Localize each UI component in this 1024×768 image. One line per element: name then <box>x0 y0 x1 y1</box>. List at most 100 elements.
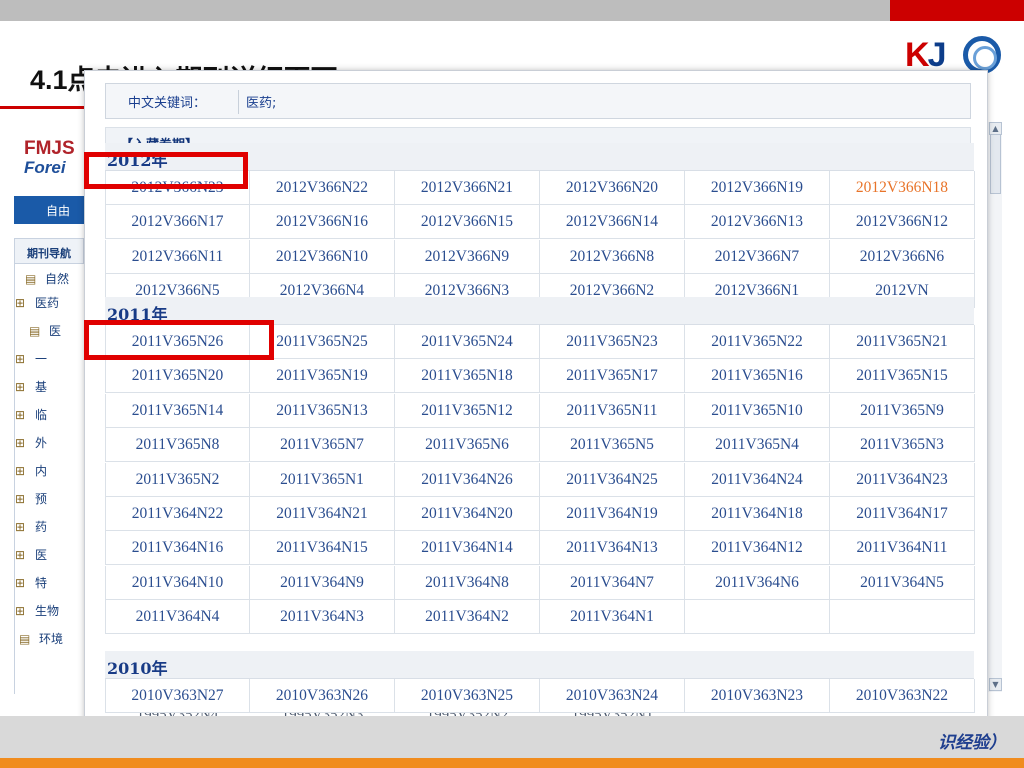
nav-tree-item[interactable]: ⊞ 医药 <box>15 294 83 316</box>
issue-link[interactable]: 2011V364N1 <box>540 600 685 635</box>
issue-link[interactable]: 2011V364N15 <box>250 531 395 566</box>
nav-tab-button[interactable]: 自由 <box>14 196 84 224</box>
issue-link[interactable]: 2011V365N11 <box>540 393 685 428</box>
issue-link[interactable]: 2011V364N17 <box>830 497 975 531</box>
issue-link[interactable]: 2011V364N6 <box>685 565 830 600</box>
issue-link[interactable]: 2011V364N25 <box>540 462 685 497</box>
issue-link[interactable]: 2010V363N24 <box>540 679 685 713</box>
issue-link[interactable]: 2012V366N12 <box>830 205 975 240</box>
nav-tree-item[interactable]: ⊞ 外 <box>15 434 83 456</box>
issue-link[interactable]: 2012V366N21 <box>395 171 540 205</box>
issue-row: 2012V366N11 2012V366N10 2012V366N9 2012V366… <box>105 239 975 274</box>
issue-link[interactable]: 2011V364N12 <box>685 531 830 566</box>
issue-link[interactable]: 2011V364N10 <box>105 565 250 600</box>
issue-link[interactable]: 2010V363N23 <box>685 679 830 713</box>
nav-tree-item[interactable]: ⊞ 临 <box>15 406 83 428</box>
scroll-down-icon[interactable]: ▼ <box>989 678 1002 691</box>
nav-tree-item-label: 外 <box>35 436 48 450</box>
expand-folder-icon: ⊞ <box>15 408 26 422</box>
issue-link[interactable]: 2011V364N24 <box>685 462 830 497</box>
nav-tree-item[interactable]: ⊞ 一 <box>15 350 83 372</box>
journal-nav-header: 期刊导航 <box>14 238 84 264</box>
nav-tree-item[interactable]: ⊞ 医 <box>15 546 83 568</box>
nav-tree-item[interactable]: ⊞ 内 <box>15 462 83 484</box>
issue-link[interactable]: 2011V365N5 <box>540 428 685 463</box>
issue-link[interactable]: 2012V366N17 <box>105 205 250 240</box>
issue-link[interactable]: 2011V364N14 <box>395 531 540 566</box>
issue-link[interactable]: 2011V365N24 <box>395 325 540 359</box>
issue-link[interactable]: 2011V365N4 <box>685 428 830 463</box>
issue-link[interactable]: 2011V364N22 <box>105 497 250 531</box>
slide-top-bar <box>0 0 1024 21</box>
issue-link[interactable]: 2011V365N22 <box>685 325 830 359</box>
issue-link[interactable]: 2011V365N20 <box>105 359 250 394</box>
issue-link[interactable]: 2011V365N12 <box>395 393 540 428</box>
issue-link[interactable]: 2011V364N7 <box>540 565 685 600</box>
issue-link[interactable]: 2011V364N11 <box>830 531 975 566</box>
issue-link[interactable]: 2011V365N9 <box>830 393 975 428</box>
issue-link[interactable]: 2011V365N23 <box>540 325 685 359</box>
issue-link[interactable]: 2010V363N26 <box>250 679 395 713</box>
issue-link[interactable]: 2012V366N18 <box>830 171 975 205</box>
issue-link[interactable]: 2012V366N7 <box>685 239 830 274</box>
nav-tree-item[interactable]: ▤ 自然 <box>25 270 93 292</box>
issue-link[interactable]: 2012V366N11 <box>105 239 250 274</box>
nav-tree-item[interactable]: ⊞ 基 <box>15 378 83 400</box>
nav-tree-item[interactable]: ▤ 环境 <box>19 630 87 652</box>
page-scrollbar[interactable]: ▲ ▼ <box>987 122 1002 692</box>
issue-link[interactable]: 2011V365N2 <box>105 462 250 497</box>
annotation-box-2012 <box>84 152 248 189</box>
issue-link[interactable]: 2011V364N8 <box>395 565 540 600</box>
issue-link[interactable]: 2011V364N13 <box>540 531 685 566</box>
issue-link[interactable]: 2011V364N21 <box>250 497 395 531</box>
issue-link[interactable]: 2012V366N13 <box>685 205 830 240</box>
issue-link[interactable]: 2011V365N15 <box>830 359 975 394</box>
issue-link[interactable]: 2012V366N9 <box>395 239 540 274</box>
issue-link[interactable]: 2011V365N21 <box>830 325 975 359</box>
issue-link[interactable]: 2011V364N5 <box>830 565 975 600</box>
nav-tree-item[interactable]: ⊞ 特 <box>15 574 83 596</box>
issue-link[interactable]: 2012V366N10 <box>250 239 395 274</box>
issue-link[interactable]: 2011V364N18 <box>685 497 830 531</box>
issue-link[interactable]: 2011V365N8 <box>105 428 250 463</box>
nav-tree-item[interactable]: ⊞ 药 <box>15 518 83 540</box>
keyword-label: 中文关键词： <box>128 96 207 111</box>
issue-link[interactable]: 2010V363N27 <box>105 679 250 713</box>
issue-link[interactable]: 2011V364N19 <box>540 497 685 531</box>
nav-tree-item[interactable]: ⊞ 预 <box>15 490 83 512</box>
issue-link[interactable]: 2012V366N16 <box>250 205 395 240</box>
scrollbar-thumb[interactable] <box>990 134 1001 194</box>
expand-folder-icon: ⊞ <box>15 464 26 478</box>
issue-link[interactable]: 2012V366N6 <box>830 239 975 274</box>
issue-link[interactable]: 2011V365N3 <box>830 428 975 463</box>
issue-link[interactable]: 2012V366N22 <box>250 171 395 205</box>
issue-link[interactable]: 2011V364N16 <box>105 531 250 566</box>
document-icon: ▤ <box>29 324 41 338</box>
issue-link[interactable]: 2012V366N20 <box>540 171 685 205</box>
issue-link[interactable]: 2011V364N9 <box>250 565 395 600</box>
issue-link[interactable]: 2011V365N19 <box>250 359 395 394</box>
issue-link[interactable]: 2011V365N6 <box>395 428 540 463</box>
issue-link[interactable]: 2011V365N18 <box>395 359 540 394</box>
issue-link[interactable]: 2011V364N20 <box>395 497 540 531</box>
issue-link[interactable]: 2011V365N1 <box>250 462 395 497</box>
issue-link[interactable]: 2011V365N10 <box>685 393 830 428</box>
issue-link[interactable]: 2010V363N25 <box>395 679 540 713</box>
nav-tree-item[interactable]: ⊞ 生物 <box>15 602 83 624</box>
issue-link[interactable]: 2011V365N7 <box>250 428 395 463</box>
issue-link[interactable]: 2012V366N8 <box>540 239 685 274</box>
issue-link[interactable]: 2012V366N15 <box>395 205 540 240</box>
issue-link[interactable]: 2012V366N19 <box>685 171 830 205</box>
issue-link[interactable]: 2010V363N22 <box>830 679 975 713</box>
issue-link[interactable]: 2011V364N4 <box>105 600 250 635</box>
issue-link[interactable]: 2011V365N16 <box>685 359 830 394</box>
issue-link[interactable]: 2011V364N23 <box>830 462 975 497</box>
issue-link[interactable]: 2011V364N3 <box>250 600 395 635</box>
issue-link[interactable]: 2012V366N14 <box>540 205 685 240</box>
issue-link[interactable]: 2011V364N2 <box>395 600 540 635</box>
issue-link[interactable]: 2011V364N26 <box>395 462 540 497</box>
issue-link[interactable]: 2011V365N17 <box>540 359 685 394</box>
issue-link[interactable]: 2011V365N13 <box>250 393 395 428</box>
issue-link[interactable]: 2011V365N14 <box>105 393 250 428</box>
issue-row: 2011V364N22 2011V364N21 2011V364N20 2011V36… <box>105 497 975 531</box>
